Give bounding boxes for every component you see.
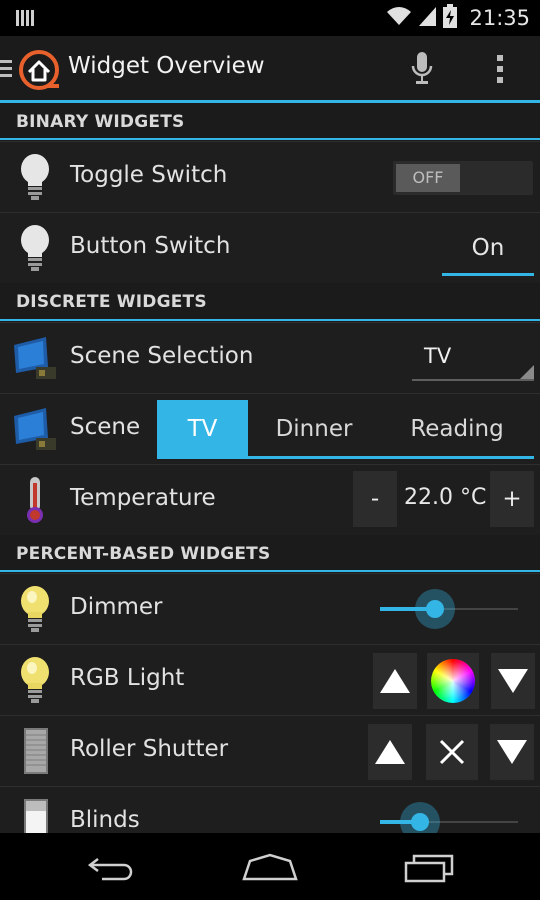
- notification-icon: [15, 8, 35, 32]
- app-title: Widget Overview: [68, 53, 265, 79]
- segment-dinner[interactable]: Dinner: [250, 400, 378, 458]
- section-title: BINARY WIDGETS: [16, 112, 185, 132]
- arrow-down-icon: [498, 669, 528, 693]
- battery-charging-icon: [443, 4, 458, 32]
- shutter-down-button[interactable]: [490, 724, 534, 780]
- list-item-scene-selection: Scene Selection TV: [0, 322, 540, 393]
- item-label: RGB Light: [70, 665, 185, 691]
- scene-icon: [12, 404, 58, 454]
- section-divider: [0, 570, 540, 572]
- lightbulb-off-icon: [12, 152, 58, 202]
- arrow-up-icon: [380, 669, 410, 693]
- roller-shutter-icon: [12, 726, 58, 776]
- section-header-discrete: DISCRETE WIDGETS: [0, 284, 540, 318]
- list-item-temperature: Temperature - 22.0 °C +: [0, 464, 540, 535]
- list-item-dimmer: Dimmer: [0, 573, 540, 644]
- item-label: Scene Selection: [70, 343, 254, 369]
- arrow-down-icon: [497, 740, 527, 764]
- list-item-blinds: Blinds: [0, 786, 540, 834]
- thermometer-icon: [12, 475, 58, 525]
- slider-thumb[interactable]: [415, 589, 455, 629]
- status-bar: 21:35: [0, 0, 540, 36]
- scene-dropdown[interactable]: TV: [412, 335, 534, 381]
- list-item-rgb-light: RGB Light: [0, 644, 540, 715]
- item-label: Button Switch: [70, 233, 231, 259]
- shutter-stop-button[interactable]: [426, 724, 478, 780]
- scene-icon: [12, 333, 58, 383]
- shutter-up-button[interactable]: [368, 724, 412, 780]
- item-label: Scene: [70, 414, 141, 440]
- temperature-value: 22.0 °C: [404, 485, 487, 510]
- section-divider: [0, 319, 540, 321]
- openhab-logo-icon[interactable]: [17, 48, 63, 96]
- item-label: Roller Shutter: [70, 736, 229, 762]
- blinds-slider[interactable]: [380, 802, 518, 834]
- dimmer-slider[interactable]: [380, 589, 518, 629]
- back-icon[interactable]: [87, 853, 136, 885]
- item-label: Temperature: [70, 485, 216, 511]
- section-header-percent: PERCENT-BASED WIDGETS: [0, 536, 540, 570]
- segment-underline: [157, 456, 534, 459]
- item-label: Toggle Switch: [70, 162, 228, 188]
- microphone-icon[interactable]: [410, 50, 434, 90]
- decrease-button[interactable]: -: [353, 471, 397, 527]
- increase-button[interactable]: +: [490, 471, 534, 527]
- drawer-menu-icon[interactable]: [0, 58, 14, 84]
- item-label: Dimmer: [70, 594, 163, 620]
- button-label: On: [471, 235, 505, 261]
- lightbulb-off-icon: [12, 223, 58, 273]
- list-item-button-switch: Button Switch On: [0, 212, 540, 283]
- brightness-down-button[interactable]: [491, 653, 535, 709]
- toggle-state: OFF: [396, 164, 460, 192]
- section-header-binary: BINARY WIDGETS: [0, 104, 540, 138]
- on-button[interactable]: On: [442, 227, 534, 276]
- blinds-icon: [12, 797, 58, 834]
- list-item-roller-shutter: Roller Shutter: [0, 715, 540, 786]
- toggle-switch[interactable]: OFF: [393, 161, 533, 195]
- recent-apps-icon[interactable]: [404, 853, 454, 887]
- section-title: PERCENT-BASED WIDGETS: [16, 544, 271, 564]
- item-label: Blinds: [70, 807, 140, 833]
- lightbulb-on-icon: [12, 584, 58, 634]
- overflow-menu-icon[interactable]: [496, 54, 504, 88]
- dropdown-value: TV: [424, 344, 452, 368]
- navigation-bar: [0, 833, 540, 900]
- clock: 21:35: [469, 6, 530, 30]
- dropdown-arrow-icon: [520, 365, 534, 379]
- home-icon[interactable]: [242, 853, 298, 885]
- arrow-up-icon: [375, 740, 405, 764]
- color-wheel-icon: [431, 659, 475, 703]
- list-item-scene: Scene TV Dinner Reading: [0, 393, 540, 464]
- section-divider: [0, 138, 540, 140]
- section-title: DISCRETE WIDGETS: [16, 292, 207, 312]
- brightness-up-button[interactable]: [373, 653, 417, 709]
- slider-thumb[interactable]: [400, 802, 440, 834]
- list-item-toggle-switch: Toggle Switch OFF: [0, 141, 540, 212]
- segment-tv[interactable]: TV: [157, 400, 248, 458]
- wifi-icon: [385, 5, 413, 31]
- stop-x-icon: [439, 739, 465, 765]
- segment-reading[interactable]: Reading: [380, 400, 534, 458]
- action-bar-divider: [0, 100, 540, 103]
- action-bar: Widget Overview: [0, 36, 540, 100]
- color-picker-button[interactable]: [427, 653, 479, 709]
- signal-icon: [419, 5, 437, 31]
- lightbulb-on-icon: [12, 655, 58, 705]
